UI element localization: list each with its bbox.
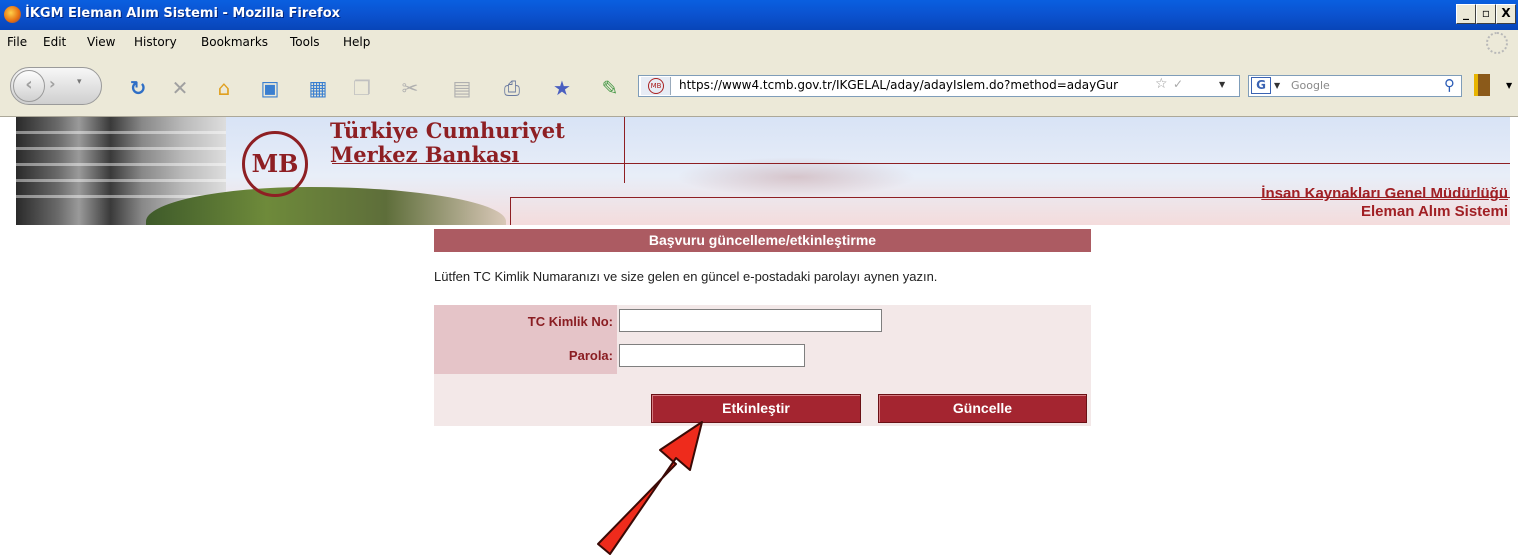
department-line2: Eleman Alım Sistemi [1361,203,1508,220]
menu-history[interactable]: History [134,35,177,49]
menu-help[interactable]: Help [343,35,370,49]
update-button[interactable]: Güncelle [878,394,1087,423]
department-title: İnsan Kaynakları Genel Müdürlüğü Eleman … [1261,185,1508,221]
password-label: Parola: [434,338,617,374]
menu-tools[interactable]: Tools [290,35,320,49]
close-button[interactable]: X [1496,4,1516,24]
form-intro: Lütfen TC Kimlik Numaranızı ve size gele… [434,252,1091,305]
navigation-toolbar: ‹ › ▾ ↻ ✕ ⌂ ▣ ▦ ❐ ✂ ▤ ⎙ ★ ✎ MB https://w… [0,56,1518,117]
activate-button[interactable]: Etkinleştir [651,394,861,423]
new-tab-icon[interactable]: ▣ [258,76,282,100]
back-icon[interactable]: ‹ [13,70,45,102]
site-identity-icon[interactable]: MB [641,77,671,95]
edit-icon[interactable]: ✎ [598,76,622,100]
back-forward-group: ‹ › ▾ [10,67,102,105]
menu-view[interactable]: View [87,35,115,49]
arrow-shape [597,421,703,555]
throbber-icon [1486,32,1508,54]
search-placeholder[interactable]: Google [1291,79,1330,92]
minimize-button[interactable]: _ [1456,4,1476,24]
addon-icon[interactable] [1474,74,1490,96]
new-window-icon[interactable]: ▦ [306,76,330,100]
stop-icon[interactable]: ✕ [168,76,192,100]
menu-bookmarks[interactable]: Bookmarks [201,35,268,49]
tc-label: TC Kimlik No: [434,305,617,338]
bank-name: Türkiye Cumhuriyet Merkez Bankası [330,119,565,167]
password-input[interactable] [619,344,805,367]
bank-name-line1: Türkiye Cumhuriyet [330,118,565,143]
search-engine-dropdown-icon[interactable]: ▼ [1274,81,1280,90]
overflow-dropdown-icon[interactable]: ▼ [1506,81,1512,90]
address-bar[interactable]: MB https://www4.tcmb.gov.tr/IKGELAL/aday… [638,75,1240,97]
window-title: İKGM Eleman Alım Sistemi - Mozilla Firef… [25,6,341,21]
search-engine-icon[interactable]: G [1251,77,1271,94]
url-text[interactable]: https://www4.tcmb.gov.tr/IKGELAL/aday/ad… [679,78,1151,92]
star-icon[interactable]: ☆ [1155,76,1168,92]
department-line1[interactable]: İnsan Kaynakları Genel Müdürlüğü [1261,185,1508,203]
reload-icon[interactable]: ↻ [126,76,150,100]
divider [332,163,1510,164]
tc-kimlik-input[interactable] [619,309,882,332]
form-title: Başvuru güncelleme/etkinleştirme [434,229,1091,252]
menu-edit[interactable]: Edit [43,35,66,49]
paste-icon[interactable]: ▤ [450,76,474,100]
menu-bar: File Edit View History Bookmarks Tools H… [0,30,1518,56]
search-icon[interactable]: ⚲ [1444,76,1455,94]
home-icon[interactable]: ⌂ [212,76,236,100]
tcmb-favicon: MB [648,78,664,94]
password-row: Parola: [434,338,1091,374]
firefox-icon [4,6,21,23]
search-box[interactable]: G ▼ Google ⚲ [1248,75,1462,97]
bookmark-icon[interactable]: ★ [550,76,574,100]
history-dropdown-icon[interactable]: ▾ [77,77,82,87]
title-bar: İKGM Eleman Alım Sistemi - Mozilla Firef… [0,0,1518,30]
divider [624,117,625,183]
site-banner: MB Türkiye Cumhuriyet Merkez Bankası İns… [16,117,1510,225]
pointer-arrow [597,421,703,555]
tcmb-logo: MB [242,131,308,197]
copy-icon[interactable]: ❐ [350,76,374,100]
check-icon: ✓ [1173,77,1184,91]
maximize-button[interactable]: ▫ [1476,4,1496,24]
forward-icon[interactable]: › [49,74,56,93]
intro-text: Lütfen TC Kimlik Numaranızı ve size gele… [434,269,938,284]
menu-file[interactable]: File [7,35,27,49]
print-icon[interactable]: ⎙ [500,76,524,100]
url-dropdown-icon[interactable]: ▼ [1219,80,1225,89]
cut-icon[interactable]: ✂ [398,76,422,100]
tc-row: TC Kimlik No: [434,305,1091,338]
divider [510,197,511,225]
